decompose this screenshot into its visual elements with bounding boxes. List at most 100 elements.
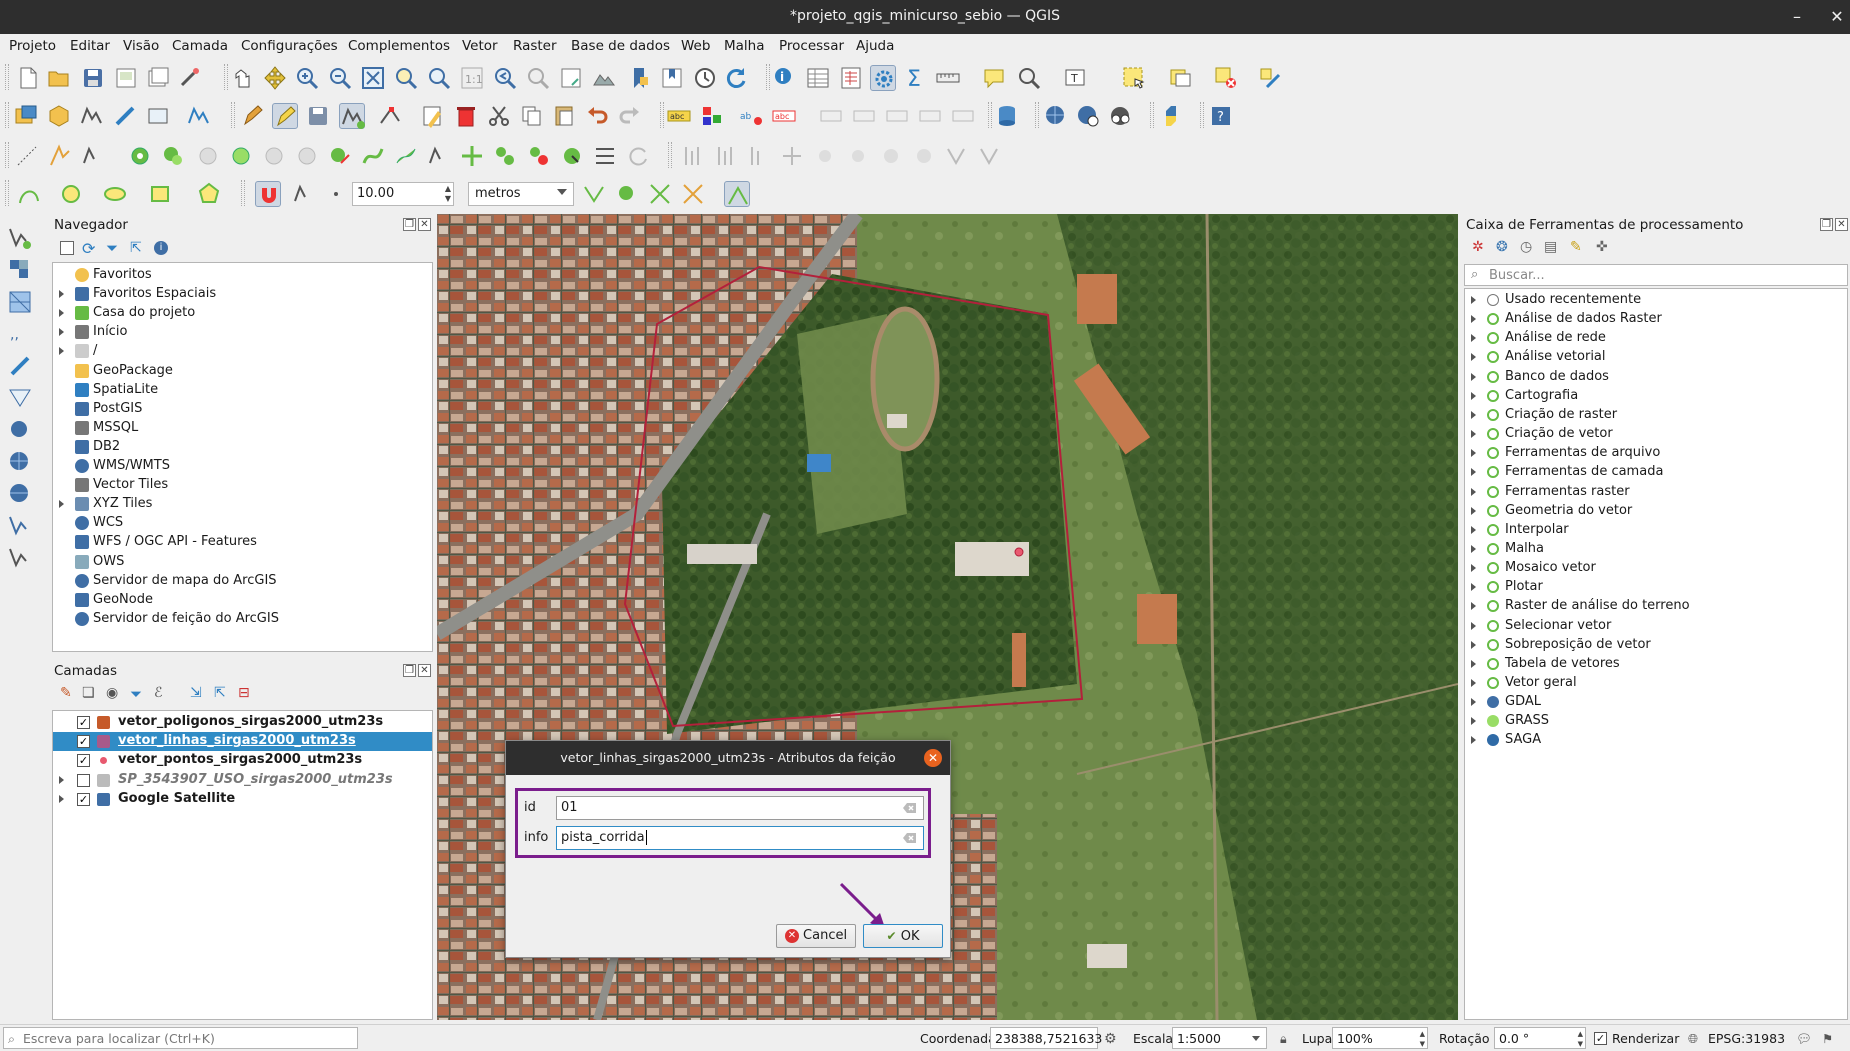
add-wfs-layer-icon[interactable]	[7, 513, 33, 539]
messages-icon[interactable]: 💬︎	[1796, 1031, 1812, 1047]
navigator-item[interactable]: Favoritos	[53, 266, 432, 285]
split-features-icon[interactable]	[393, 143, 419, 169]
avoid-overlap-icon[interactable]	[614, 181, 640, 207]
vector-tool-icon[interactable]	[944, 143, 970, 169]
style-manager-icon[interactable]	[177, 65, 203, 91]
save-layer-edits-icon[interactable]	[305, 103, 331, 129]
expand-arrow-icon[interactable]	[1471, 449, 1476, 458]
edit-features-in-place-icon[interactable]: ✎	[1570, 239, 1582, 255]
add-selected-icon[interactable]	[60, 241, 74, 255]
processing-provider-item[interactable]: Selecionar vetor	[1465, 617, 1847, 636]
layer-visibility-checkbox[interactable]: ✓	[77, 754, 90, 768]
processing-provider-item[interactable]: Usado recentemente	[1465, 291, 1847, 310]
reshape-icon[interactable]	[47, 143, 73, 169]
toolbar-grip[interactable]	[988, 102, 992, 128]
menu-malha[interactable]: Malha	[724, 38, 765, 54]
float-panel-button[interactable]: ❐	[403, 218, 416, 231]
layer-row[interactable]: ✓ vetor_pontos_sirgas2000_utm23s	[53, 751, 432, 770]
add-regular-polygon-icon[interactable]	[196, 181, 222, 207]
select-by-location-icon[interactable]	[1016, 65, 1042, 91]
expand-arrow-icon[interactable]	[1471, 544, 1476, 553]
processing-provider-item[interactable]: GDAL	[1465, 693, 1847, 712]
layer-visibility-checkbox[interactable]: ✓	[77, 792, 90, 806]
close-panel-button[interactable]: ✕	[418, 664, 431, 677]
processing-provider-item[interactable]: Plotar	[1465, 578, 1847, 597]
toolbar-grip[interactable]	[5, 180, 9, 206]
rotate-feature-icon[interactable]	[625, 143, 651, 169]
layout-manager-icon[interactable]	[145, 65, 171, 91]
new-spatialite-layer-icon[interactable]	[112, 103, 138, 129]
close-window-button[interactable]: ✕	[1826, 6, 1848, 28]
temporal-controller-icon[interactable]	[692, 65, 718, 91]
menu-processar[interactable]: Processar	[779, 38, 844, 54]
processing-provider-item[interactable]: Ferramentas de arquivo	[1465, 444, 1847, 463]
expand-arrow-icon[interactable]	[1471, 372, 1476, 381]
locator-search-input[interactable]: ⌕ Escreva para localizar (Ctrl+K)	[3, 1027, 358, 1049]
processing-provider-item[interactable]: SAGA	[1465, 731, 1847, 750]
snapping-tolerance-spinbox[interactable]: 10.00 ▲ ▼	[352, 182, 454, 206]
processing-provider-item[interactable]: Análise de dados Raster	[1465, 310, 1847, 329]
highlight-pinned-labels-icon[interactable]	[818, 103, 844, 129]
results-viewer-icon[interactable]: ▤	[1544, 239, 1557, 255]
add-wcs-layer-icon[interactable]	[7, 481, 33, 507]
menu-camada[interactable]: Camada	[172, 38, 228, 54]
vertex-tool-icon[interactable]	[377, 103, 403, 129]
expand-arrow-icon[interactable]	[1471, 410, 1476, 419]
metasearch-zoom-icon[interactable]	[1075, 103, 1101, 129]
new-geopackage-layer-icon[interactable]	[46, 103, 72, 129]
snapping-units-combo[interactable]: metros	[468, 182, 574, 206]
merge-features-icon[interactable]	[492, 143, 518, 169]
menu-projeto[interactable]: Projeto	[9, 38, 56, 54]
add-ring-icon[interactable]	[127, 143, 153, 169]
toolbar-grip[interactable]	[1150, 102, 1154, 128]
clear-icon[interactable]	[903, 802, 917, 814]
navigator-item[interactable]: DB2	[53, 438, 432, 457]
toolbar-grip[interactable]	[241, 180, 245, 206]
processing-provider-item[interactable]: Análise de rede	[1465, 329, 1847, 348]
zoom-full-icon[interactable]	[360, 65, 386, 91]
refresh-icon[interactable]: ⟳	[82, 239, 95, 258]
lock-scale-icon[interactable]: 🔒︎	[1280, 1031, 1287, 1047]
rotate-label-icon[interactable]	[917, 103, 943, 129]
expand-arrow-icon[interactable]	[1471, 717, 1476, 726]
select-by-expression-icon[interactable]	[1168, 65, 1194, 91]
processing-provider-item[interactable]: Geometria do vetor	[1465, 502, 1847, 521]
manage-visibility-icon[interactable]: ◉	[106, 685, 118, 701]
add-part-icon[interactable]	[160, 143, 186, 169]
processing-toolbox-icon[interactable]	[870, 65, 896, 91]
offset-point-symbols-icon[interactable]	[559, 143, 585, 169]
tracing-icon[interactable]	[680, 181, 706, 207]
save-project-icon[interactable]	[80, 65, 106, 91]
expand-arrow-icon[interactable]	[59, 290, 64, 299]
expand-arrow-icon[interactable]	[59, 309, 64, 318]
add-raster-layer-icon[interactable]	[7, 257, 33, 283]
menu-ajuda[interactable]: Ajuda	[856, 38, 894, 54]
distribute-icon[interactable]	[713, 143, 739, 169]
menu-base-de-dados[interactable]: Base de dados	[571, 38, 670, 54]
zoom-in-icon[interactable]	[294, 65, 320, 91]
help-contents-icon[interactable]: ?	[1208, 103, 1234, 129]
split-parts-icon[interactable]	[426, 143, 452, 169]
add-circular-string-icon[interactable]	[16, 181, 42, 207]
snap-on-intersection-icon[interactable]	[647, 181, 673, 207]
new-virtual-layer-icon[interactable]	[145, 103, 171, 129]
models-icon[interactable]: ✲	[1472, 239, 1484, 255]
lock-icon[interactable]	[878, 143, 904, 169]
navigator-item[interactable]: WMS/WMTS	[53, 457, 432, 476]
measure-line-icon[interactable]	[935, 65, 961, 91]
reshape-features-icon[interactable]	[327, 143, 353, 169]
expand-arrow-icon[interactable]	[59, 347, 64, 356]
dialog-close-button[interactable]: ✕	[924, 749, 942, 767]
navigator-item[interactable]: XYZ Tiles	[53, 495, 432, 514]
expand-arrow-icon[interactable]	[1471, 296, 1476, 304]
navigator-item[interactable]: Início	[53, 323, 432, 342]
expand-arrow-icon[interactable]	[1471, 487, 1476, 496]
processing-provider-item[interactable]: Vetor geral	[1465, 674, 1847, 693]
python-console-icon[interactable]	[1158, 103, 1184, 129]
show-hide-labels-icon[interactable]	[851, 103, 877, 129]
quickmapservices-icon[interactable]	[1107, 103, 1133, 129]
delete-selected-icon[interactable]	[453, 103, 479, 129]
expand-arrow-icon[interactable]	[1471, 679, 1476, 687]
rotation-spinbox[interactable]: 0.0 ° ▲ ▼	[1494, 1027, 1586, 1049]
map-tips-icon[interactable]	[981, 65, 1007, 91]
